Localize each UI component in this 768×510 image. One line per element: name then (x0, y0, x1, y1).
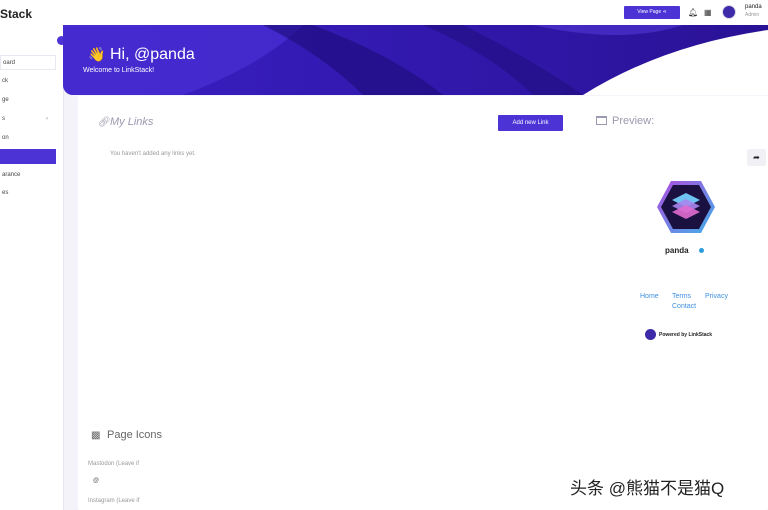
my-links-title: My Links (110, 116, 154, 128)
view-page-button[interactable]: View Page ⋖ (624, 6, 680, 19)
sidebar-item-label: s (2, 116, 5, 122)
sidebar-item-label: oard (3, 60, 16, 66)
view-page-label: View Page (637, 9, 662, 15)
link-icon: 🔗︎ (98, 117, 111, 128)
greeting-title: Hi, @panda (110, 46, 195, 63)
share-icon[interactable]: ➦ (747, 149, 766, 166)
preview-link-terms[interactable]: Terms (672, 293, 691, 300)
empty-links-message: You haven't added any links yet. (110, 151, 196, 157)
sidebar-item-page[interactable]: ge (0, 93, 56, 108)
sidebar-item-themes[interactable]: es (0, 186, 56, 201)
chevron-right-icon: › (46, 116, 48, 122)
sidebar-item-admin[interactable]: on (0, 131, 56, 146)
user-role: Admin (745, 12, 760, 18)
sidebar: Stack oard ck ge s › on arance es (0, 0, 66, 510)
profile-name: panda (665, 246, 689, 255)
preview-link-home[interactable]: Home (640, 293, 659, 300)
sidebar-item-label: arance (2, 172, 21, 178)
sidebar-item-appearance[interactable]: arance (0, 168, 56, 183)
sidebar-item-selected[interactable] (0, 149, 56, 164)
brand-logo-text[interactable]: Stack (0, 7, 32, 21)
instagram-field-label: Instagram (Leave if (88, 498, 140, 504)
preview-link-privacy[interactable]: Privacy (705, 293, 728, 300)
share-icon: ⋖ (662, 9, 667, 15)
sidebar-item-label: ge (2, 97, 9, 103)
sidebar-item-settings[interactable]: s › (0, 112, 56, 127)
linkstack-logo-icon (645, 329, 656, 340)
notification-bell-icon[interactable]: 🔔︎ (688, 8, 698, 17)
sidebar-item-dashboard[interactable]: oard (0, 55, 56, 70)
mastodon-input[interactable]: @ (88, 474, 588, 488)
browser-window-icon (596, 116, 607, 125)
verified-badge-icon (699, 248, 704, 253)
sidebar-item-label: es (2, 190, 9, 196)
preview-title: Preview: (612, 115, 655, 127)
powered-by-text: Powered by LinkStack (659, 332, 713, 338)
greeting-subtitle: Welcome to LinkStack! (83, 67, 155, 74)
profile-logo (657, 181, 715, 233)
avatar[interactable] (722, 5, 736, 19)
sidebar-item-label: on (2, 135, 9, 141)
watermark-text: 头条 @熊猫不是猫Q (570, 479, 725, 498)
preview-link-contact[interactable]: Contact (672, 303, 696, 310)
wave-emoji-icon: 👋 (88, 46, 106, 62)
sidebar-item-label: ck (2, 78, 8, 84)
sidebar-item-links[interactable]: ck (0, 74, 56, 89)
user-name: panda (745, 4, 762, 10)
mastodon-field-label: Mastodon (Leave if (88, 461, 140, 467)
page-icons-title: Page Icons (107, 429, 163, 441)
qr-code-icon: ▩ (91, 430, 101, 441)
add-new-link-button[interactable]: Add new Link (498, 115, 563, 131)
main-card (78, 96, 768, 510)
language-icon[interactable]: ▦ (704, 8, 712, 17)
